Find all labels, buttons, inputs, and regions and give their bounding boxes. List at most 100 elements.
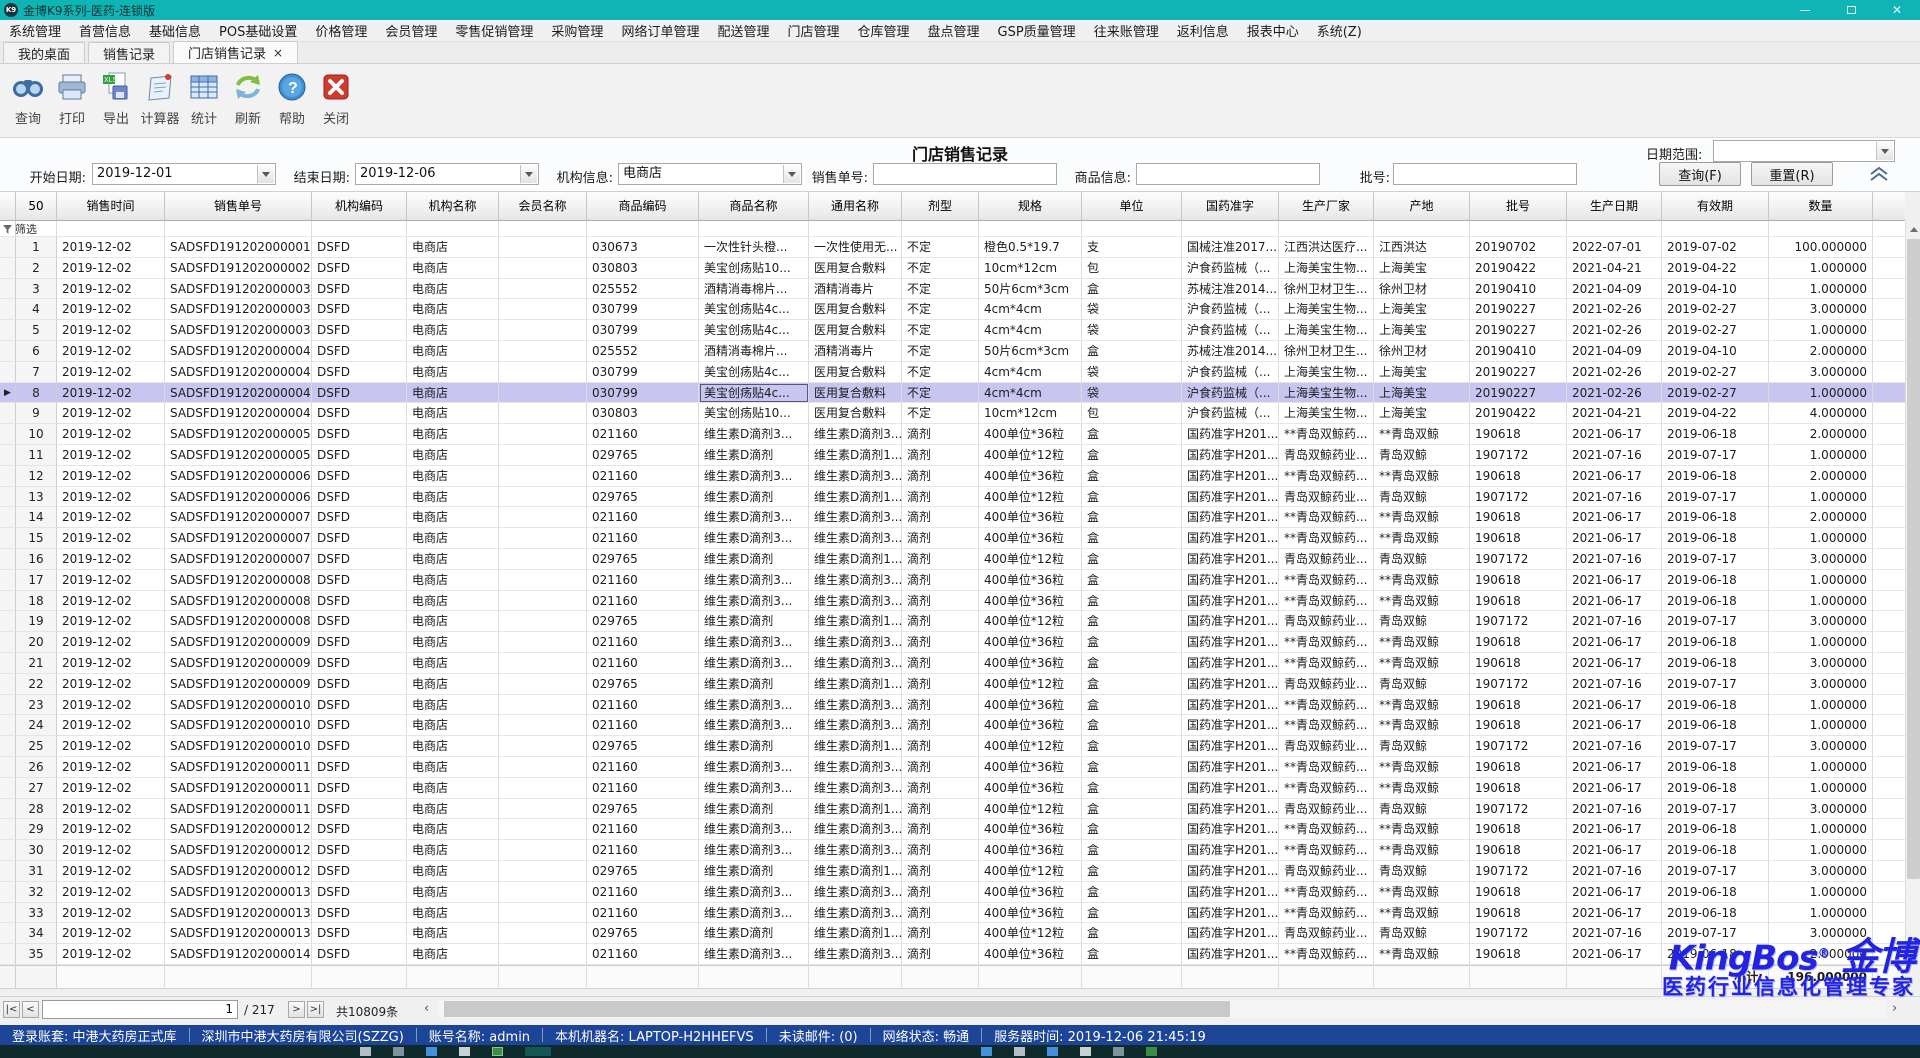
grid-cell[interactable]: 2019-06-18	[1662, 944, 1769, 965]
grid-cell[interactable]: 单价	[1873, 192, 1905, 221]
grid-cell[interactable]: 2019-12-02	[57, 632, 165, 653]
grid-cell[interactable]: 滴剂	[902, 674, 979, 695]
grid-cell[interactable]: 021160	[587, 632, 699, 653]
grid-cell[interactable]: 029765	[587, 799, 699, 820]
grid-cell[interactable]: 国药准字H201...	[1182, 840, 1279, 861]
grid-cell[interactable]: 2019-12-02	[57, 424, 165, 445]
grid-cell[interactable]: 20190422	[1470, 258, 1567, 279]
grid-cell[interactable]: 滴剂	[902, 861, 979, 882]
table-row[interactable]: 62019-12-02SADSFD191202000004DSFD电商店0255…	[0, 341, 1905, 362]
table-row[interactable]: 72019-12-02SADSFD191202000004DSFD电商店0307…	[0, 362, 1905, 383]
tab-我的桌面[interactable]: 我的桌面	[3, 42, 85, 63]
grid-cell[interactable]	[1567, 221, 1662, 237]
table-row[interactable]: 192019-12-02SADSFD191202000008DSFD电商店029…	[0, 611, 1905, 632]
grid-cell[interactable]: DSFD	[312, 903, 407, 924]
grid-cell[interactable]: 国药准字H201...	[1182, 549, 1279, 570]
menu-item-首营信息[interactable]: 首营信息	[70, 20, 140, 42]
grid-cell[interactable]: 2021-06-17	[1567, 757, 1662, 778]
grid-cell[interactable]: 滴剂	[902, 653, 979, 674]
grid-cell[interactable]	[979, 221, 1082, 237]
grid-cell[interactable]: 不定	[902, 320, 979, 341]
grid-cell[interactable]: 青岛双鲸药业...	[1279, 861, 1374, 882]
grid-cell[interactable]: 2019-12-02	[57, 799, 165, 820]
grid-cell[interactable]: 滴剂	[902, 445, 979, 466]
grid-cell[interactable]	[0, 507, 16, 528]
grid-cell[interactable]	[0, 819, 16, 840]
menu-item-门店管理[interactable]: 门店管理	[778, 20, 848, 42]
grid-cell[interactable]: 190618	[1470, 882, 1567, 903]
grid-cell[interactable]: 030803	[587, 258, 699, 279]
grid-cell[interactable]: 美宝创疡贴4c...	[699, 383, 809, 404]
grid-cell[interactable]	[1374, 221, 1470, 237]
menu-item-零售促销管理[interactable]: 零售促销管理	[446, 20, 542, 42]
grid-cell[interactable]	[499, 882, 587, 903]
grid-cell[interactable]	[499, 653, 587, 674]
grid-cell[interactable]: 维生素D滴剂	[699, 445, 809, 466]
grid-cell[interactable]: 维生素D滴剂	[699, 487, 809, 508]
grid-cell[interactable]	[1873, 362, 1905, 383]
grid-cell[interactable]	[1873, 528, 1905, 549]
grid-cell[interactable]: 2021-04-21	[1567, 258, 1662, 279]
grid-cell[interactable]	[1279, 965, 1374, 989]
grid-cell[interactable]: 021160	[587, 507, 699, 528]
grid-cell[interactable]	[0, 570, 16, 591]
grid-cell[interactable]: DSFD	[312, 341, 407, 362]
table-row[interactable]: 302019-12-02SADSFD191202000012DSFD电商店021…	[0, 840, 1905, 861]
grid-cell[interactable]: 不定	[902, 237, 979, 258]
grid-cell[interactable]: 电商店	[407, 299, 499, 320]
grid-cell[interactable]: 1.000000	[1769, 445, 1873, 466]
grid-cell[interactable]	[499, 570, 587, 591]
grid-cell[interactable]: 2019-12-02	[57, 840, 165, 861]
grid-cell[interactable]: 196.000000	[1769, 965, 1873, 989]
grid-cell[interactable]	[499, 819, 587, 840]
grid-cell[interactable]: 盒	[1082, 736, 1182, 757]
grid-cell[interactable]	[312, 221, 407, 237]
grid-cell[interactable]: 400单位*12粒	[979, 923, 1082, 944]
grid-cell[interactable]	[499, 279, 587, 300]
grid-cell[interactable]: 苏械注准2014...	[1182, 279, 1279, 300]
grid-cell[interactable]	[499, 736, 587, 757]
menu-item-POS基础设置[interactable]: POS基础设置	[210, 20, 306, 42]
grid-cell[interactable]: 维生素D滴剂3...	[699, 882, 809, 903]
grid-cell[interactable]: 021160	[587, 882, 699, 903]
grid-cell[interactable]: 徐州卫材	[1374, 341, 1470, 362]
grid-cell[interactable]: **青岛双鲸	[1374, 903, 1470, 924]
menu-item-系统管理[interactable]: 系统管理	[0, 20, 70, 42]
grid-cell[interactable]: 电商店	[407, 611, 499, 632]
grid-cell[interactable]: 30	[16, 840, 57, 861]
grid-cell[interactable]: 1.000000	[1769, 632, 1873, 653]
grid-cell[interactable]: 2019-06-18	[1662, 591, 1769, 612]
grid-cell[interactable]: 2019-12-02	[57, 736, 165, 757]
grid-cell[interactable]: 2019-07-17	[1662, 487, 1769, 508]
grid-cell[interactable]: 1.000000	[1769, 715, 1873, 736]
grid-cell[interactable]	[1873, 882, 1905, 903]
grid-cell[interactable]: 维生素D滴剂3...	[809, 632, 902, 653]
grid-cell[interactable]	[1470, 965, 1567, 989]
grid-cell[interactable]: 400单位*36粒	[979, 819, 1082, 840]
grid-cell[interactable]	[499, 237, 587, 258]
grid-cell[interactable]: 2021-06-17	[1567, 653, 1662, 674]
grid-cell[interactable]: 030799	[587, 383, 699, 404]
grid-cell[interactable]: 国械注准2017...	[1182, 237, 1279, 258]
first-page-button[interactable]: |<	[3, 1001, 20, 1018]
grid-cell[interactable]: **青岛双鲸	[1374, 424, 1470, 445]
grid-cell[interactable]: 维生素D滴剂1...	[809, 799, 902, 820]
grid-cell[interactable]: 2019-06-18	[1662, 819, 1769, 840]
grid-cell[interactable]: 电商店	[407, 528, 499, 549]
grid-cell[interactable]: 2019-06-18	[1662, 632, 1769, 653]
grid-cell[interactable]: 3.000000	[1769, 736, 1873, 757]
grid-cell[interactable]: 2021-06-17	[1567, 882, 1662, 903]
grid-cell[interactable]: 不定	[902, 279, 979, 300]
grid-cell[interactable]	[1873, 591, 1905, 612]
table-row[interactable]: 282019-12-02SADSFD191202000011DSFD电商店029…	[0, 799, 1905, 820]
grid-cell[interactable]: 维生素D滴剂3...	[699, 778, 809, 799]
grid-cell[interactable]	[0, 362, 16, 383]
grid-cell[interactable]	[16, 965, 57, 989]
grid-cell[interactable]: 不定	[902, 258, 979, 279]
grid-cell[interactable]: **青岛双鲸	[1374, 778, 1470, 799]
grid-cell[interactable]: 小计:	[1662, 965, 1769, 989]
grid-cell[interactable]: DSFD	[312, 570, 407, 591]
grid-cell[interactable]: 销售单号	[165, 192, 312, 221]
grid-cell[interactable]: 400单位*36粒	[979, 757, 1082, 778]
grid-cell[interactable]: 沪食药监械（...	[1182, 383, 1279, 404]
